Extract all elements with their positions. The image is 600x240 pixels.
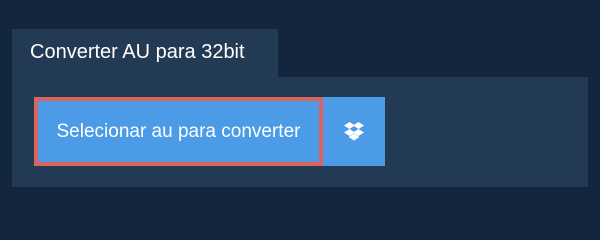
converter-tab-title: Converter AU para 32bit — [12, 29, 278, 77]
dropbox-icon — [344, 122, 364, 141]
select-file-label: Selecionar au para converter — [56, 120, 301, 142]
dropbox-button[interactable] — [323, 97, 385, 166]
select-file-button[interactable]: Selecionar au para converter — [34, 97, 323, 166]
upload-panel: Selecionar au para converter — [12, 77, 588, 187]
